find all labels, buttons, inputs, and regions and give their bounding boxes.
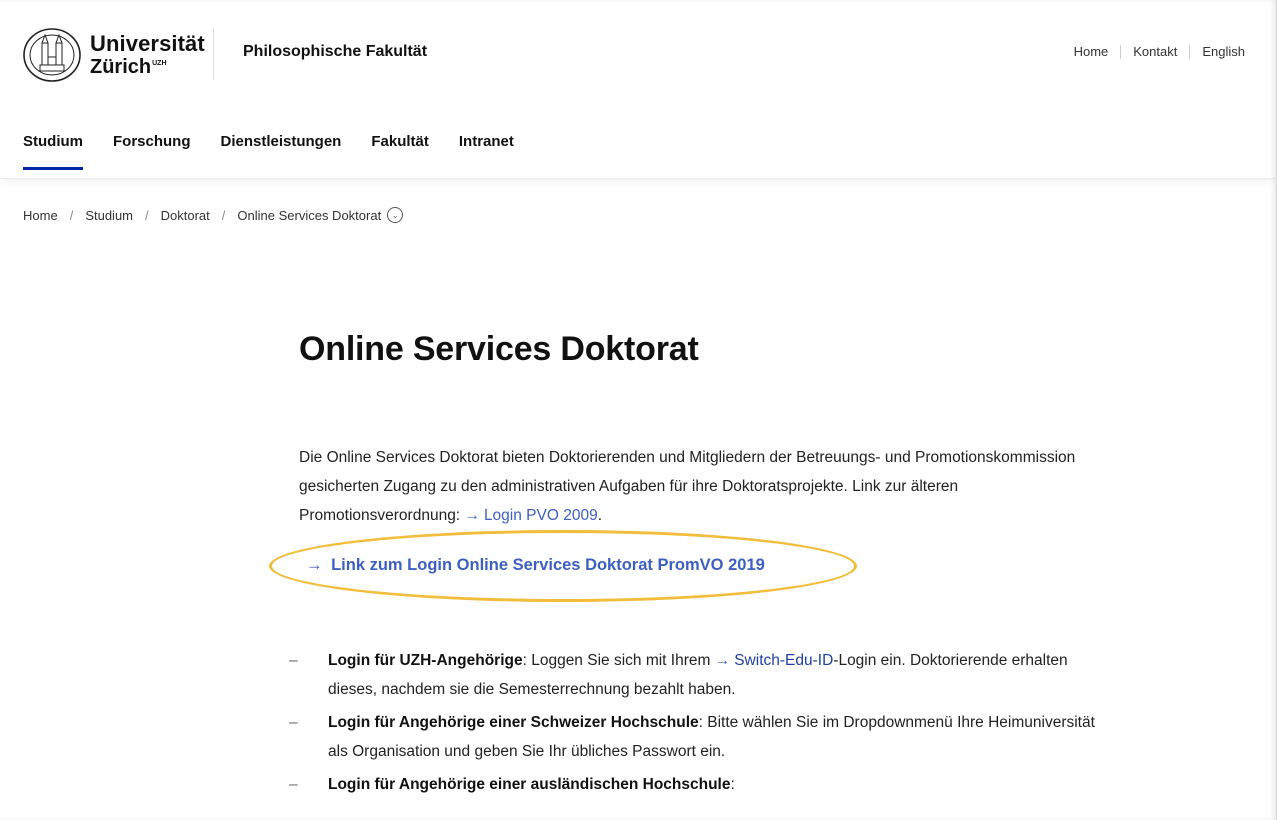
page-title: Online Services Doktorat [299, 330, 699, 368]
arrow-right-icon: → [306, 556, 323, 574]
intro-paragraph: Die Online Services Doktorat bieten Dokt… [299, 443, 1089, 530]
login-info-list: Login für UZH-Angehörige: Loggen Sie sic… [289, 646, 1099, 803]
faculty-name[interactable]: Philosophische Fakultät [243, 43, 427, 61]
nav-studium[interactable]: Studium [23, 133, 83, 170]
nav-intranet[interactable]: Intranet [459, 133, 514, 168]
logo-line2: Zürich [90, 56, 152, 78]
bullet-label: Login für Angehörige einer ausländischen… [328, 776, 731, 793]
logo-suffix: UZH [152, 60, 167, 68]
main-nav: Studium Forschung Dienstleistungen Fakul… [23, 133, 544, 170]
uzh-seal-icon [23, 28, 81, 82]
utility-language-link[interactable]: English [1190, 44, 1245, 59]
login-promvo-2019-link[interactable]: → Link zum Login Online Services Doktora… [306, 556, 765, 575]
utility-nav: Home Kontakt English [1062, 44, 1245, 59]
login-pvo-2009-link[interactable]: Login PVO 2009 [484, 507, 598, 524]
utility-home-link[interactable]: Home [1062, 44, 1121, 59]
intro-text: Die Online Services Doktorat bieten Dokt… [299, 449, 1076, 524]
breadcrumb-separator: / [145, 207, 149, 223]
logo-line1: Universität [90, 31, 205, 56]
list-item: Login für UZH-Angehörige: Loggen Sie sic… [289, 646, 1099, 704]
site-header: Universität ZürichUZH Philosophische Fak… [0, 0, 1277, 179]
main-content: Online Services Doktorat Die Online Serv… [269, 330, 1099, 799]
breadcrumb-separator: / [69, 207, 74, 223]
arrow-right-icon: → [464, 507, 480, 524]
nav-fakultaet[interactable]: Fakultät [371, 133, 429, 168]
utility-contact-link[interactable]: Kontakt [1121, 44, 1189, 59]
breadcrumb-home[interactable]: Home [23, 208, 58, 223]
header-divider [213, 28, 214, 80]
list-item: Login für Angehörige einer ausländischen… [289, 770, 1099, 799]
nav-forschung[interactable]: Forschung [113, 133, 191, 168]
arrow-right-icon: → [714, 652, 731, 669]
bullet-label: Login für Angehörige einer Schweizer Hoc… [328, 714, 699, 731]
login-link-label: Link zum Login Online Services Doktorat … [331, 556, 765, 574]
bullet-text: : [730, 776, 735, 793]
list-item: Login für Angehörige einer Schweizer Hoc… [289, 708, 1099, 766]
uzh-logo[interactable]: Universität ZürichUZH [22, 27, 205, 83]
breadcrumb-studium[interactable]: Studium [85, 208, 133, 223]
chevron-down-icon[interactable]: ⌄ [387, 207, 404, 223]
intro-end: . [597, 507, 603, 524]
breadcrumb: Home / Studium / Doktorat / Online Servi… [23, 207, 404, 223]
bullet-label: Login für UZH-Angehörige [328, 652, 523, 669]
nav-dienstleistungen[interactable]: Dienstleistungen [221, 133, 342, 168]
bullet-text: : Loggen Sie sich mit Ihrem [522, 652, 711, 669]
breadcrumb-doktorat[interactable]: Doktorat [161, 208, 210, 223]
breadcrumb-separator: / [221, 207, 226, 223]
switch-edu-id-link[interactable]: Switch-Edu-ID [734, 652, 833, 669]
breadcrumb-current: Online Services Doktorat [237, 207, 382, 223]
